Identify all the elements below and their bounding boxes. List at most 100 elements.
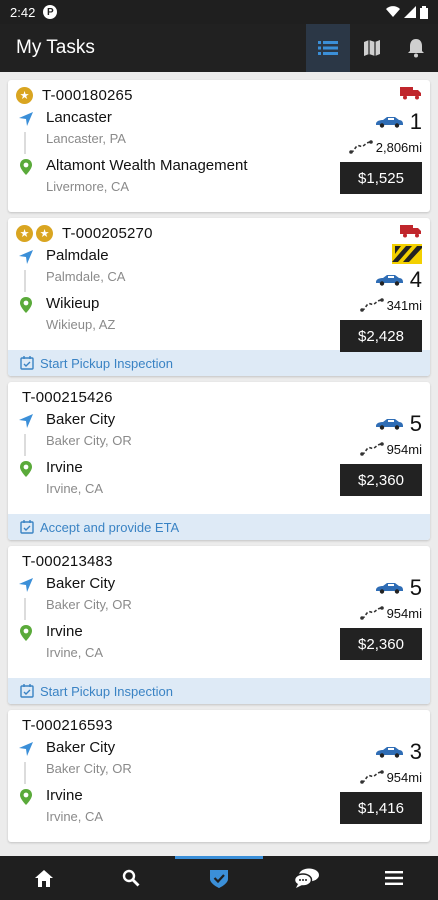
list-view-button[interactable]: [306, 24, 350, 72]
vehicle-count: 5: [374, 574, 422, 602]
star-icon: ★: [16, 224, 33, 242]
origin-navigation-icon: [19, 250, 33, 264]
task-card[interactable]: T-000213483 Baker City Baker City, OR Irvin…: [8, 546, 430, 704]
bottom-nav: [0, 856, 438, 900]
nav-home[interactable]: [0, 856, 88, 900]
warning-sign-icon: [392, 244, 422, 264]
chat-icon: [293, 868, 319, 888]
nav-search[interactable]: [88, 856, 176, 900]
task-id: T-000216593: [22, 716, 113, 734]
page-title: My Tasks: [16, 37, 95, 58]
task-header: T-000216593: [16, 714, 422, 736]
task-header: ★ ★ T-000205270: [16, 222, 422, 244]
distance: 954mi: [359, 438, 422, 460]
route-connector: [24, 762, 26, 784]
status-time: 2:42: [10, 4, 36, 20]
route-icon: [359, 606, 384, 620]
task-summary: 5 954mi $2,360: [334, 574, 422, 660]
wifi-icon: [386, 6, 400, 18]
task-id: T-000213483: [22, 552, 113, 570]
task-summary: 3 954mi $1,416: [334, 738, 422, 824]
list-icon: [318, 41, 338, 55]
task-card-body: T-000213483 Baker City Baker City, OR Irvin…: [8, 546, 430, 678]
nav-menu[interactable]: [350, 856, 438, 900]
origin-navigation-icon: [19, 742, 33, 756]
vehicle-count: 3: [374, 738, 422, 766]
distance: 2,806mi: [348, 136, 422, 158]
home-icon: [34, 869, 53, 887]
task-header: T-000213483: [16, 550, 422, 572]
battery-icon: [420, 5, 428, 19]
origin-navigation-icon: [19, 112, 33, 126]
task-card[interactable]: T-000216593 Baker City Baker City, OR Irvin…: [8, 710, 430, 842]
notifications-button[interactable]: [394, 24, 438, 72]
car-icon: [375, 275, 403, 286]
task-id: T-000215426: [22, 388, 113, 406]
distance-value: 2,806mi: [375, 139, 422, 155]
menu-icon: [385, 871, 404, 885]
price-badge: $2,360: [340, 628, 422, 660]
task-card[interactable]: ★ T-000180265 Lancaster Lancaster, PA Altamo…: [8, 80, 430, 212]
destination-pin-icon: [20, 789, 32, 805]
calendar-check-icon: [20, 684, 34, 698]
route-connector: [24, 270, 26, 292]
task-card-body: ★ T-000180265 Lancaster Lancaster, PA Altamo…: [8, 80, 430, 212]
nav-messages[interactable]: [263, 856, 351, 900]
app-bar: My Tasks: [0, 24, 438, 72]
origin-navigation-icon: [19, 414, 33, 428]
car-icon: [375, 117, 403, 128]
price-badge: $2,428: [340, 320, 422, 352]
task-list[interactable]: ★ T-000180265 Lancaster Lancaster, PA Altamo…: [0, 76, 438, 856]
destination-pin-icon: [20, 461, 32, 477]
distance-value: 954mi: [386, 441, 422, 457]
task-card[interactable]: ★ ★ T-000205270 Palmdale Palmdale, CA Wikieup…: [8, 218, 430, 376]
vehicle-count-value: 4: [409, 267, 422, 292]
bell-icon: [408, 39, 424, 58]
task-summary: 1 2,806mi $1,525: [334, 108, 422, 194]
map-view-button[interactable]: [350, 24, 394, 72]
price-badge: $1,525: [340, 162, 422, 194]
distance-value: 341mi: [386, 297, 422, 313]
distance: 954mi: [359, 602, 422, 624]
distance: 954mi: [359, 766, 422, 788]
task-action-button[interactable]: Start Pickup Inspection: [8, 350, 430, 376]
truck-icon: [400, 87, 421, 100]
vehicle-count-value: 5: [409, 575, 422, 600]
vehicle-count-value: 1: [409, 109, 422, 134]
distance-value: 954mi: [386, 605, 422, 621]
distance: 341mi: [359, 294, 422, 316]
task-card-body: ★ ★ T-000205270 Palmdale Palmdale, CA Wikieup…: [8, 218, 430, 352]
star-icon: ★: [16, 86, 33, 104]
truck-badge: [400, 86, 422, 105]
status-bar: 2:42 P: [0, 0, 438, 24]
task-action-label: Start Pickup Inspection: [40, 355, 173, 371]
route-icon: [348, 140, 373, 154]
signal-icon: [404, 6, 416, 18]
task-id: T-000180265: [42, 86, 133, 104]
app-notification-icon: P: [43, 5, 58, 19]
truck-badge: [400, 224, 422, 243]
route-icon: [359, 298, 384, 312]
task-action-label: Start Pickup Inspection: [40, 683, 173, 699]
nav-tasks[interactable]: [175, 856, 263, 900]
origin-navigation-icon: [19, 578, 33, 592]
star-icon: ★: [36, 224, 53, 242]
route-icon: [359, 770, 384, 784]
task-action-button[interactable]: Start Pickup Inspection: [8, 678, 430, 704]
destination-pin-icon: [20, 159, 32, 175]
vehicle-count-value: 3: [409, 739, 422, 764]
car-icon: [375, 419, 403, 430]
task-header: T-000215426: [16, 386, 422, 408]
task-card[interactable]: T-000215426 Baker City Baker City, OR Irvin…: [8, 382, 430, 540]
price-badge: $1,416: [340, 792, 422, 824]
route-connector: [24, 598, 26, 620]
price-badge: $2,360: [340, 464, 422, 496]
route-icon: [359, 442, 384, 456]
task-summary: 4 341mi $2,428: [334, 244, 422, 352]
task-action-button[interactable]: Accept and provide ETA: [8, 514, 430, 540]
distance-value: 954mi: [386, 769, 422, 785]
vehicle-count: 5: [374, 410, 422, 438]
vehicle-count: 4: [374, 266, 422, 294]
task-card-body: T-000215426 Baker City Baker City, OR Irvin…: [8, 382, 430, 514]
vehicle-count: 1: [374, 108, 422, 136]
